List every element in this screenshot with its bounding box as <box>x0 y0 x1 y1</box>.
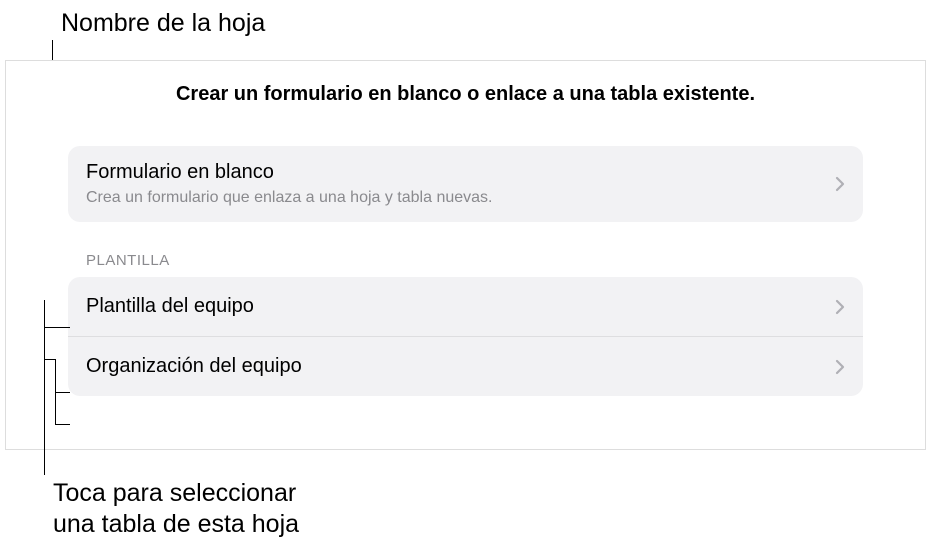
panel-title: Crear un formulario en blanco o enlace a… <box>6 83 925 106</box>
template-row-team-roster[interactable]: Plantilla del equipo <box>68 277 863 336</box>
callout-tap-to-select: Toca para seleccionar una tabla de esta … <box>53 478 299 541</box>
blank-form-title: Formulario en blanco <box>86 161 492 184</box>
callout-sheet-name: Nombre de la hoja <box>61 8 265 39</box>
template-list: Plantilla del equipo Organización del eq… <box>68 277 863 396</box>
template-row-team-organization[interactable]: Organización del equipo <box>68 336 863 396</box>
template-label: Plantilla del equipo <box>86 295 254 318</box>
callout-line <box>55 392 70 393</box>
callout-line <box>44 359 55 360</box>
blank-form-group: Formulario en blanco Crea un formulario … <box>68 146 863 222</box>
blank-form-row[interactable]: Formulario en blanco Crea un formulario … <box>68 146 863 222</box>
blank-form-content: Formulario en blanco Crea un formulario … <box>86 161 492 207</box>
chevron-right-icon <box>835 359 845 375</box>
callout-line <box>55 424 70 425</box>
chevron-right-icon <box>835 299 845 315</box>
blank-form-subtitle: Crea un formulario que enlaza a una hoja… <box>86 189 492 207</box>
chevron-right-icon <box>835 176 845 192</box>
form-create-panel: Crear un formulario en blanco o enlace a… <box>5 60 926 450</box>
section-header-template: PLANTILLA <box>86 252 863 269</box>
template-label: Organización del equipo <box>86 355 302 378</box>
callout-line <box>44 327 70 328</box>
